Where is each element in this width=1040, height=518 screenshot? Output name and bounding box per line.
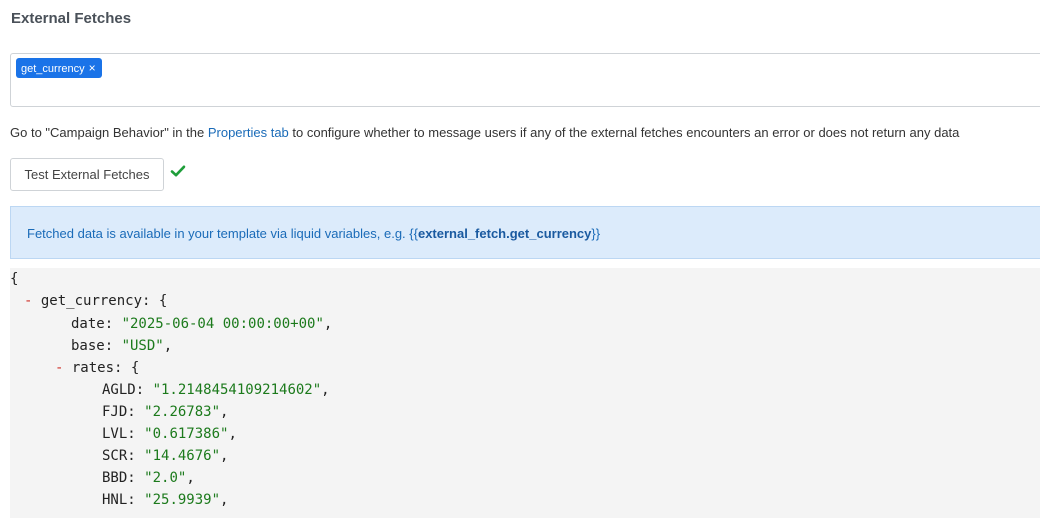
collapse-toggle[interactable]: - xyxy=(24,293,32,309)
comma: , xyxy=(220,404,229,420)
comma: , xyxy=(323,316,333,332)
rate-key: FJD: xyxy=(102,404,145,420)
comma: , xyxy=(163,338,173,354)
rate-value: "0.617386" xyxy=(144,426,229,442)
info-banner: Fetched data is available in your templa… xyxy=(10,206,1040,259)
rate-value: "2.0" xyxy=(144,470,187,486)
rate-line: AGLD: "1.2148454109214602", xyxy=(102,380,330,400)
rate-value: "1.2148454109214602" xyxy=(152,382,322,398)
help-prefix: Go to "Campaign Behavior" in the xyxy=(10,125,208,140)
rate-key: SCR: xyxy=(102,448,145,464)
liquid-close: }} xyxy=(591,226,601,241)
open-brace: { xyxy=(10,271,19,287)
comma: , xyxy=(228,426,237,442)
rate-value: "25.9939" xyxy=(144,492,221,508)
json-viewer: { - get_currency: { date: "2025-06-04 00… xyxy=(10,268,1040,518)
date-line: date: "2025-06-04 00:00:00+00", xyxy=(71,314,332,334)
comma: , xyxy=(220,448,229,464)
rate-key: HNL: xyxy=(102,492,145,508)
tag-get-currency: get_currency × xyxy=(16,58,102,78)
rate-value: "14.4676" xyxy=(144,448,221,464)
rate-line: FJD: "2.26783", xyxy=(102,402,228,422)
test-external-fetches-button[interactable]: Test External Fetches xyxy=(10,158,164,191)
root-key: get_currency: { xyxy=(40,293,168,309)
tag-label: get_currency xyxy=(21,63,85,75)
rate-key: LVL: xyxy=(102,426,145,442)
rate-key: BBD: xyxy=(102,470,145,486)
base-line: base: "USD", xyxy=(71,336,172,356)
liquid-open: {{ xyxy=(409,226,418,241)
comma: , xyxy=(220,492,229,508)
get-currency-line: - get_currency: { xyxy=(24,291,167,311)
close-icon[interactable]: × xyxy=(89,61,96,75)
base-value: "USD" xyxy=(121,338,164,354)
collapse-toggle[interactable]: - xyxy=(55,360,63,376)
rate-line: BBD: "2.0", xyxy=(102,468,195,488)
rate-line: LVL: "0.617386", xyxy=(102,424,237,444)
help-suffix: to configure whether to message users if… xyxy=(288,125,960,140)
rate-key: AGLD: xyxy=(102,382,153,398)
comma: , xyxy=(186,470,195,486)
date-value: "2025-06-04 00:00:00+00" xyxy=(121,316,324,332)
help-text: Go to "Campaign Behavior" in the Propert… xyxy=(10,125,959,140)
properties-tab-link[interactable]: Properties tab xyxy=(208,125,289,140)
comma: , xyxy=(321,382,330,398)
checkmark-icon xyxy=(170,165,186,177)
rates-line: - rates: { xyxy=(55,358,139,378)
rate-line: SCR: "14.4676", xyxy=(102,446,228,466)
rate-value: "2.26783" xyxy=(144,404,221,420)
rates-key: rates: { xyxy=(71,360,140,376)
fetch-tag-input[interactable]: get_currency × xyxy=(10,53,1040,107)
date-key: date: xyxy=(71,316,122,332)
liquid-variable: external_fetch.get_currency xyxy=(417,226,592,241)
base-key: base: xyxy=(71,338,122,354)
section-title: External Fetches xyxy=(11,10,132,27)
info-text: Fetched data is available in your templa… xyxy=(27,226,410,241)
rate-line: HNL: "25.9939", xyxy=(102,490,228,510)
